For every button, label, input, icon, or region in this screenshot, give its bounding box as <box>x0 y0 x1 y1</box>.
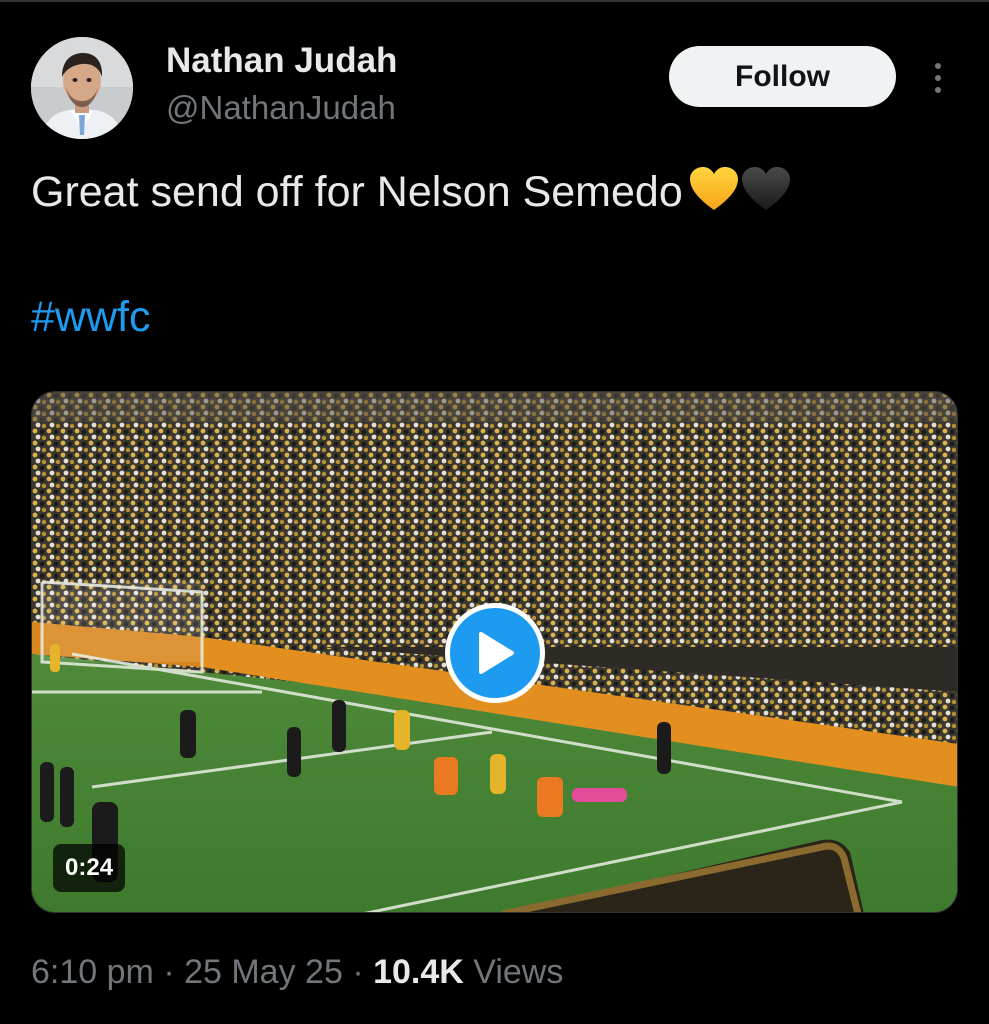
views-count: 10.4K <box>373 953 464 991</box>
play-icon <box>479 632 514 674</box>
tweet-body: Great send off for Nelson Semedo <box>31 168 683 216</box>
tweet-metadata: 6:10 pm · 25 May 25 · 10.4K Views <box>31 950 563 994</box>
post-date[interactable]: 25 May 25 <box>184 953 343 991</box>
display-name[interactable]: Nathan Judah <box>166 40 397 82</box>
meta-separator: · <box>352 953 364 991</box>
video-duration-badge: 0:24 <box>53 844 126 892</box>
post-time[interactable]: 6:10 pm <box>31 953 154 991</box>
more-dot <box>935 75 941 81</box>
views-label: Views <box>473 953 564 991</box>
avatar[interactable] <box>31 37 133 139</box>
more-dot <box>935 63 941 69</box>
tweet-text: Great send off for Nelson Semedo <box>31 166 791 224</box>
meta-separator: · <box>163 953 175 991</box>
play-button[interactable] <box>445 603 545 703</box>
video-player[interactable]: 0:24 <box>31 391 958 913</box>
more-options-icon[interactable] <box>922 56 954 100</box>
profile-photo-icon <box>31 37 133 139</box>
user-handle[interactable]: @NathanJudah <box>166 88 396 128</box>
more-dot <box>935 87 941 93</box>
black-heart-icon <box>741 166 791 224</box>
yellow-heart-icon <box>689 166 739 224</box>
follow-button[interactable]: Follow <box>669 46 896 107</box>
hashtag-link[interactable]: #wwfc <box>31 291 150 343</box>
top-divider <box>0 0 989 2</box>
